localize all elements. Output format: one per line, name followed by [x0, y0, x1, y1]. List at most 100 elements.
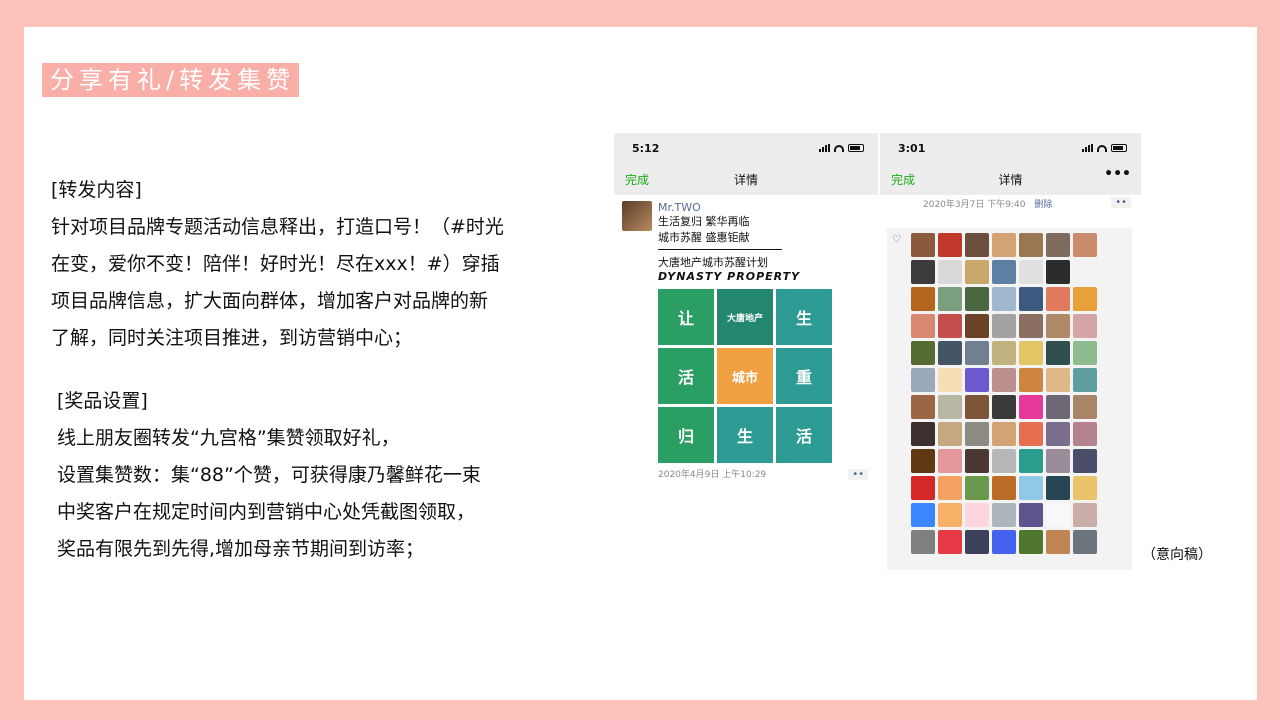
liker-avatar[interactable] [965, 395, 989, 419]
liker-avatar[interactable] [965, 260, 989, 284]
delete-link[interactable]: 删除 [1034, 200, 1052, 210]
more-dots-button[interactable]: •• [1111, 197, 1131, 208]
liker-avatar[interactable] [911, 503, 935, 527]
grid-image[interactable]: 让 [658, 289, 714, 345]
liker-avatar[interactable] [992, 476, 1016, 500]
liker-avatar[interactable] [938, 503, 962, 527]
liker-avatar[interactable] [911, 395, 935, 419]
grid-image[interactable]: 生 [717, 407, 773, 463]
liker-avatar[interactable] [911, 476, 935, 500]
liker-avatar[interactable] [965, 476, 989, 500]
liker-avatar[interactable] [992, 341, 1016, 365]
grid-image[interactable]: 城市 [717, 348, 773, 404]
liker-avatar[interactable] [965, 422, 989, 446]
liker-avatar[interactable] [938, 233, 962, 257]
liker-avatar[interactable] [1073, 260, 1097, 284]
liker-avatar[interactable] [992, 314, 1016, 338]
grid-image[interactable]: 活 [658, 348, 714, 404]
liker-avatar[interactable] [992, 368, 1016, 392]
liker-avatar[interactable] [992, 287, 1016, 311]
avatar[interactable] [622, 201, 652, 231]
liker-avatar[interactable] [1019, 476, 1043, 500]
liker-avatar[interactable] [1073, 503, 1097, 527]
liker-avatar[interactable] [1046, 395, 1070, 419]
liker-avatar[interactable] [965, 314, 989, 338]
liker-avatar[interactable] [911, 341, 935, 365]
liker-avatar[interactable] [1046, 422, 1070, 446]
liker-avatar[interactable] [1019, 503, 1043, 527]
liker-avatar[interactable] [965, 530, 989, 554]
liker-avatar[interactable] [1019, 233, 1043, 257]
liker-avatar[interactable] [1046, 341, 1070, 365]
liker-avatar[interactable] [911, 233, 935, 257]
liker-avatar[interactable] [992, 530, 1016, 554]
liker-avatar[interactable] [1073, 233, 1097, 257]
liker-avatar[interactable] [1046, 260, 1070, 284]
liker-avatar[interactable] [938, 395, 962, 419]
more-dots-button[interactable]: •• [848, 469, 868, 480]
liker-avatar[interactable] [1019, 422, 1043, 446]
liker-avatar[interactable] [938, 530, 962, 554]
liker-avatar[interactable] [1073, 530, 1097, 554]
liker-avatar[interactable] [911, 260, 935, 284]
liker-avatar[interactable] [911, 449, 935, 473]
liker-avatar[interactable] [938, 260, 962, 284]
liker-avatar[interactable] [1073, 287, 1097, 311]
liker-avatar[interactable] [911, 314, 935, 338]
post-subtitle: 大唐地产城市苏醒计划 [658, 256, 768, 269]
liker-avatar[interactable] [965, 449, 989, 473]
liker-avatar[interactable] [1019, 449, 1043, 473]
post-username[interactable]: Mr.TWO [658, 201, 878, 214]
liker-avatar[interactable] [1046, 449, 1070, 473]
liker-avatar[interactable] [965, 233, 989, 257]
liker-avatar[interactable] [938, 368, 962, 392]
liker-avatar[interactable] [1019, 341, 1043, 365]
liker-avatar[interactable] [1046, 503, 1070, 527]
liker-avatar[interactable] [992, 395, 1016, 419]
liker-avatar[interactable] [938, 422, 962, 446]
liker-avatar[interactable] [992, 260, 1016, 284]
liker-avatar[interactable] [938, 314, 962, 338]
liker-avatar[interactable] [1073, 341, 1097, 365]
liker-avatar[interactable] [1073, 368, 1097, 392]
liker-avatar[interactable] [992, 449, 1016, 473]
liker-avatar[interactable] [1019, 287, 1043, 311]
liker-avatar[interactable] [938, 287, 962, 311]
liker-avatar[interactable] [1073, 395, 1097, 419]
liker-avatar[interactable] [1019, 368, 1043, 392]
liker-avatar[interactable] [938, 341, 962, 365]
liker-avatar[interactable] [965, 368, 989, 392]
liker-avatar[interactable] [992, 233, 1016, 257]
liker-avatar[interactable] [1019, 314, 1043, 338]
grid-image[interactable]: 归 [658, 407, 714, 463]
more-icon[interactable]: ••• [1104, 166, 1131, 182]
grid-image[interactable]: 活 [776, 407, 832, 463]
liker-avatar[interactable] [911, 422, 935, 446]
liker-avatar[interactable] [938, 449, 962, 473]
liker-avatar[interactable] [1073, 314, 1097, 338]
liker-avatar[interactable] [1073, 476, 1097, 500]
liker-avatar[interactable] [911, 287, 935, 311]
liker-avatar[interactable] [1019, 260, 1043, 284]
grid-image[interactable]: 生 [776, 289, 832, 345]
liker-avatar[interactable] [1046, 233, 1070, 257]
liker-avatar[interactable] [911, 530, 935, 554]
liker-avatar[interactable] [1019, 530, 1043, 554]
liker-avatar[interactable] [911, 368, 935, 392]
liker-avatar[interactable] [1046, 476, 1070, 500]
liker-avatar[interactable] [965, 341, 989, 365]
liker-avatar[interactable] [1073, 422, 1097, 446]
liker-avatar[interactable] [992, 422, 1016, 446]
liker-avatar[interactable] [965, 287, 989, 311]
liker-avatar[interactable] [1046, 368, 1070, 392]
grid-image[interactable]: 大唐地产 [717, 289, 773, 345]
liker-avatar[interactable] [1019, 395, 1043, 419]
liker-avatar[interactable] [992, 503, 1016, 527]
grid-image[interactable]: 重 [776, 348, 832, 404]
liker-avatar[interactable] [1046, 314, 1070, 338]
liker-avatar[interactable] [1046, 287, 1070, 311]
liker-avatar[interactable] [1046, 530, 1070, 554]
liker-avatar[interactable] [965, 503, 989, 527]
liker-avatar[interactable] [1073, 449, 1097, 473]
liker-avatar[interactable] [938, 476, 962, 500]
